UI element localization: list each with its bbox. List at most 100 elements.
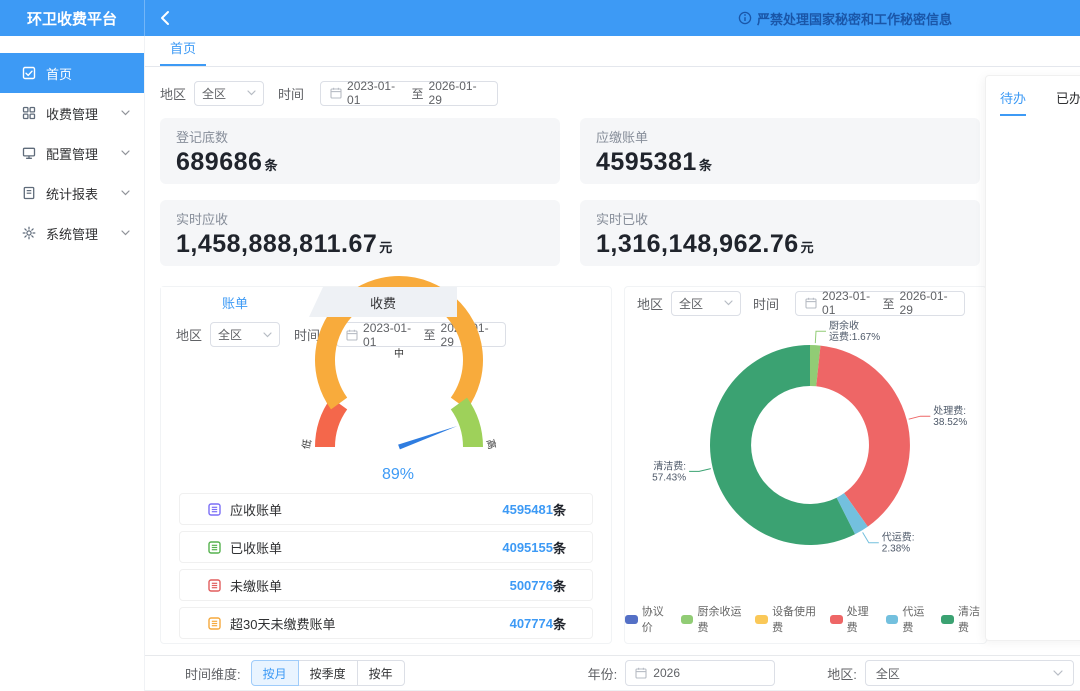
bottom-filter-bar: 时间维度: 按月 按季度 按年 年份: 地区: 全区 <box>145 655 1080 691</box>
region-select[interactable]: 全区 <box>671 291 741 316</box>
gear-icon <box>22 226 36 240</box>
donut-filter-row: 地区 全区 时间 2023-01-01 <box>625 287 986 313</box>
grid-icon <box>22 106 36 120</box>
region-label: 地区 <box>637 294 663 313</box>
stat-card-registered-base: 登记底数 689686条 <box>160 118 560 184</box>
segment-by-year[interactable]: 按年 <box>357 660 405 686</box>
stat-card-payable-bills: 应缴账单 4595381条 <box>580 118 980 184</box>
region-label: 地区 <box>160 84 186 103</box>
legend-item[interactable]: 清洁费 <box>941 603 986 635</box>
todo-tabs: 待办 已办 <box>986 76 1080 116</box>
date-separator: 至 <box>424 326 436 343</box>
region-select[interactable]: 全区 <box>194 81 264 106</box>
segment-by-quarter[interactable]: 按季度 <box>298 660 358 686</box>
list-item-overdue-bills: 超30天未缴费账单 407774 条 <box>179 607 593 639</box>
fee-donut-card: 地区 全区 时间 2023-01-01 <box>624 286 987 644</box>
sidebar-item-label: 系统管理 <box>46 224 98 243</box>
bottom-region-select[interactable]: 全区 <box>865 660 1074 686</box>
stat-value: 4595381 <box>596 148 697 177</box>
chevron-down-icon <box>724 300 733 306</box>
svg-text:处理费:: 处理费: <box>933 404 966 417</box>
svg-text:38.52%: 38.52% <box>933 417 967 428</box>
sidebar-item-config-management[interactable]: 配置管理 <box>0 133 144 173</box>
bill-value: 407774 <box>510 616 553 631</box>
bill-label: 超30天未缴费账单 <box>230 614 335 633</box>
tab-done[interactable]: 已办 <box>1056 88 1080 116</box>
stat-unit: 条 <box>264 155 277 174</box>
year-input[interactable] <box>653 666 765 680</box>
region-label: 地区 <box>176 325 202 344</box>
calendar-icon <box>330 87 342 99</box>
tab-charge[interactable]: 收费 <box>309 287 457 317</box>
calendar-icon <box>635 667 647 679</box>
todo-panel: 待办 已办 <box>985 75 1080 641</box>
bill-stats-list: 应收账单 4595481 条 已收账单 4095155 条 <box>161 485 611 639</box>
legend-swatch <box>755 615 768 624</box>
region-select-value: 全区 <box>876 665 1053 682</box>
sidebar-item-label: 统计报表 <box>46 184 98 203</box>
legend-item[interactable]: 协议价 <box>625 603 670 635</box>
bill-value: 4095155 <box>502 540 553 555</box>
calendar-icon <box>805 297 817 309</box>
legend-item[interactable]: 代运费 <box>886 603 931 635</box>
stat-label: 登记底数 <box>176 127 544 146</box>
bill-unit: 条 <box>553 576 566 595</box>
tab-todo[interactable]: 待办 <box>1000 88 1026 116</box>
legend-item[interactable]: 处理费 <box>830 603 875 635</box>
sidebar-item-system-management[interactable]: 系统管理 <box>0 213 144 253</box>
list-item-unpaid-bills: 未缴账单 500776 条 <box>179 569 593 601</box>
date-separator: 至 <box>883 295 895 312</box>
chevron-left-icon <box>159 10 171 26</box>
sidebar-item-charge-management[interactable]: 收费管理 <box>0 93 144 133</box>
bill-charge-tabs: 账单 收费 <box>161 287 611 317</box>
legend-label: 协议价 <box>642 603 670 635</box>
stat-unit: 元 <box>379 237 392 256</box>
date-range-input[interactable]: 2023-01-01 至 2026-01-29 <box>320 81 498 106</box>
donut-legend: 协议价 厨余收运费 设备使用费 处理费 代运费 清洁费 <box>625 603 986 635</box>
home-check-icon <box>22 66 36 80</box>
page-tabbar: 首页 <box>145 36 1080 67</box>
svg-text:高: 高 <box>484 438 499 451</box>
document-icon <box>208 617 221 630</box>
time-dimension-segmented: 按月 按季度 按年 <box>251 660 405 686</box>
list-item-received-bills: 已收账单 4095155 条 <box>179 531 593 563</box>
time-label: 时间 <box>278 84 304 103</box>
chevron-down-icon <box>121 190 130 196</box>
legend-item[interactable]: 设备使用费 <box>755 603 819 635</box>
top-filter-row: 地区 全区 时间 2023-01-01 至 2026-01-29 <box>160 80 1080 106</box>
bill-label: 未缴账单 <box>230 576 282 595</box>
region-select[interactable]: 全区 <box>210 322 280 347</box>
bill-gauge-card: 账单 收费 地区 全区 时间 <box>160 286 612 644</box>
date-range-input[interactable]: 2023-01-01 至 2026-01-29 <box>795 291 965 316</box>
stat-unit: 元 <box>801 237 814 256</box>
fee-type-donut-chart: 厨余收运费:1.67%处理费:38.52%代运费:2.38%清洁费:57.43% <box>625 313 988 601</box>
stat-unit: 条 <box>699 155 712 174</box>
svg-text:代运费:: 代运费: <box>882 531 915 544</box>
stat-value: 1,458,888,811.67 <box>176 230 377 259</box>
stat-label: 实时应收 <box>176 209 544 228</box>
bill-value: 500776 <box>510 578 553 593</box>
legend-swatch <box>886 615 899 624</box>
collapse-sidebar-button[interactable] <box>145 0 185 36</box>
year-filter-group: 年份: <box>588 660 776 686</box>
svg-text:2.38%: 2.38% <box>882 544 910 555</box>
bill-label: 已收账单 <box>230 538 282 557</box>
region-select-value: 全区 <box>679 295 724 312</box>
legend-label: 清洁费 <box>958 603 986 635</box>
legend-item[interactable]: 厨余收运费 <box>681 603 745 635</box>
warning-text: 严禁处理国家秘密和工作秘密信息 <box>757 9 952 28</box>
year-label: 年份: <box>588 664 618 683</box>
sidebar-item-home[interactable]: 首页 <box>0 53 144 93</box>
tab-bill[interactable]: 账单 <box>161 287 309 317</box>
date-end: 2026-01-29 <box>429 79 488 107</box>
bill-unit: 条 <box>553 614 566 633</box>
tab-home[interactable]: 首页 <box>160 38 206 66</box>
year-input-box <box>625 660 775 686</box>
sidebar-item-statistics-reports[interactable]: 统计报表 <box>0 173 144 213</box>
collection-rate-gauge: 中低高 <box>161 343 613 467</box>
sidebar-item-label: 首页 <box>46 64 72 83</box>
stat-card-realtime-receivable: 实时应收 1,458,888,811.67元 <box>160 200 560 266</box>
segment-by-month[interactable]: 按月 <box>251 660 299 686</box>
svg-text:57.43%: 57.43% <box>652 472 686 483</box>
stat-cards: 登记底数 689686条 应缴账单 4595381条 实时应收 1,458,88… <box>160 118 980 266</box>
